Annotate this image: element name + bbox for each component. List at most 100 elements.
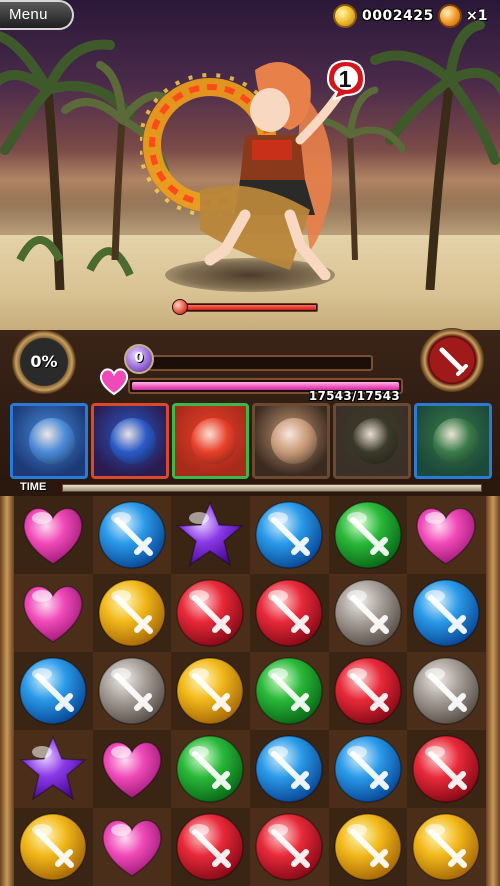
purple-orb[interactable] — [18, 734, 88, 804]
board-cell — [14, 652, 93, 730]
heart-orb[interactable] — [97, 734, 167, 804]
yellow-orb[interactable] — [18, 812, 88, 882]
time-bar — [62, 484, 482, 492]
skill-gauge[interactable]: 0% — [12, 330, 76, 394]
board-cell — [14, 808, 93, 886]
battle-scene: 1 Menu 0002425 ×1 — [0, 0, 500, 330]
board-cell — [92, 808, 172, 886]
heart-orb[interactable] — [18, 500, 88, 570]
board-cell — [328, 574, 408, 652]
stone-count: ×1 — [466, 8, 488, 24]
monster-portrait-icon — [109, 418, 156, 464]
board-cell — [171, 574, 250, 652]
board-frame-right — [486, 496, 500, 886]
red-orb[interactable] — [254, 578, 324, 648]
magic-stone-icon — [438, 4, 462, 28]
party-member-4[interactable] — [252, 403, 331, 479]
heart-orb[interactable] — [411, 500, 481, 570]
board-cell — [14, 574, 93, 652]
enemy-hp-frame — [184, 303, 318, 312]
shield-bar — [148, 355, 373, 371]
monster-portrait-icon — [352, 418, 399, 464]
party-portraits — [10, 403, 492, 479]
coin-count: 0002425 — [362, 8, 434, 24]
heart-orb[interactable] — [18, 578, 88, 648]
party-member-3[interactable] — [171, 403, 250, 479]
gray-orb[interactable] — [97, 656, 167, 726]
blue-orb[interactable] — [254, 734, 324, 804]
board-cell — [250, 574, 329, 652]
board-cell — [171, 496, 250, 574]
board-cell — [14, 496, 93, 574]
board-cell — [92, 574, 172, 652]
blue-orb[interactable] — [333, 734, 403, 804]
heart-orb[interactable] — [97, 812, 167, 882]
party-member-6[interactable] — [414, 403, 492, 479]
purple-orb[interactable] — [175, 500, 245, 570]
time-fill — [63, 485, 481, 491]
board-cell — [250, 730, 329, 808]
board-cell — [250, 652, 329, 730]
fire-element-icon — [172, 299, 188, 315]
gold-coin-icon — [333, 4, 357, 28]
board-cell — [407, 652, 486, 730]
green-orb[interactable] — [175, 734, 245, 804]
yellow-orb[interactable] — [411, 812, 481, 882]
board-cell — [92, 652, 172, 730]
board-cell — [407, 730, 486, 808]
orb-board — [0, 496, 500, 886]
board-cell — [250, 808, 329, 886]
red-orb[interactable] — [175, 812, 245, 882]
board-cell — [407, 496, 486, 574]
board-frame-left — [0, 496, 14, 886]
board-cell — [407, 574, 486, 652]
enemy-turn-badge: 1 — [320, 57, 370, 101]
board-cell — [328, 652, 408, 730]
board-cell — [171, 808, 250, 886]
red-orb[interactable] — [333, 656, 403, 726]
board-cell — [14, 730, 93, 808]
board-cell — [328, 730, 408, 808]
party-member-5[interactable] — [333, 403, 412, 479]
party-member-1[interactable] — [10, 403, 88, 479]
board-cell — [92, 496, 172, 574]
board-cell — [328, 496, 408, 574]
heart-icon — [99, 368, 129, 396]
blue-orb[interactable] — [97, 500, 167, 570]
board-grid — [14, 496, 486, 886]
monster-portrait-icon — [29, 418, 75, 464]
yellow-orb[interactable] — [333, 812, 403, 882]
skill-gauge-percent: 0% — [30, 352, 58, 371]
green-orb[interactable] — [333, 500, 403, 570]
sword-icon — [439, 347, 468, 376]
gray-orb[interactable] — [333, 578, 403, 648]
red-orb[interactable] — [175, 578, 245, 648]
yellow-orb[interactable] — [175, 656, 245, 726]
board-cell — [250, 496, 329, 574]
blue-orb[interactable] — [18, 656, 88, 726]
stone-display[interactable]: ×1 — [438, 3, 487, 29]
red-orb[interactable] — [411, 734, 481, 804]
board-cell — [171, 730, 250, 808]
red-orb[interactable] — [254, 812, 324, 882]
turn-count: 1 — [338, 66, 352, 92]
menu-button[interactable]: Menu — [0, 0, 74, 30]
enemy-hp-fill — [186, 305, 316, 310]
attack-wheel[interactable] — [420, 328, 484, 392]
board-cell — [171, 652, 250, 730]
yellow-orb[interactable] — [97, 578, 167, 648]
board-cell — [407, 808, 486, 886]
board-cell — [92, 730, 172, 808]
monster-portrait-icon — [433, 418, 480, 464]
coin-display: 0002425 — [333, 3, 434, 29]
board-cell — [328, 808, 408, 886]
gray-orb[interactable] — [411, 656, 481, 726]
team-hp-text: 17543/17543 — [308, 389, 400, 403]
blue-orb[interactable] — [411, 578, 481, 648]
time-row: TIME — [0, 480, 500, 496]
party-member-2[interactable] — [90, 403, 169, 479]
enemy-hp-bar — [172, 299, 320, 315]
monster-portrait-icon — [190, 418, 237, 464]
green-orb[interactable] — [254, 656, 324, 726]
blue-orb[interactable] — [254, 500, 324, 570]
